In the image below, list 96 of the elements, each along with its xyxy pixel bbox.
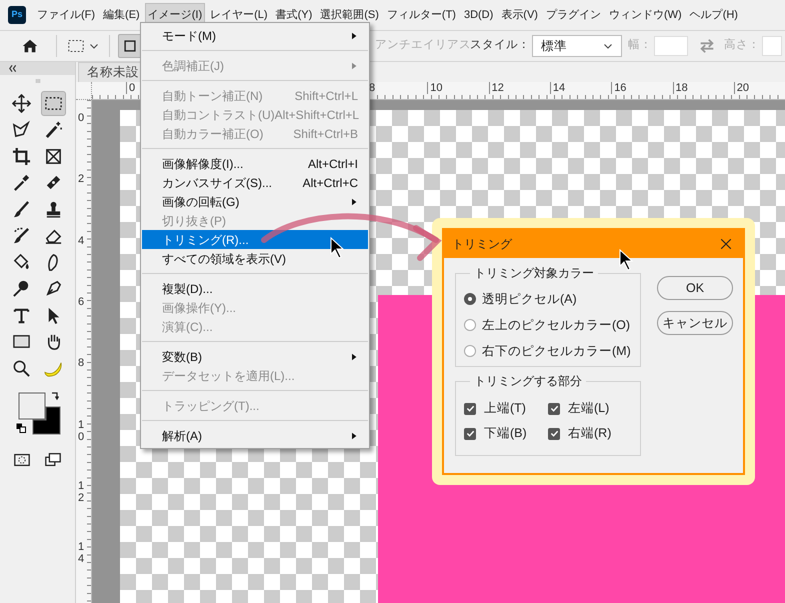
radio-option[interactable]: 左上のピクセルカラー(O) xyxy=(464,312,632,338)
group-legend: トリミングする部分 xyxy=(470,374,586,388)
radio-button[interactable] xyxy=(464,319,476,331)
menu-item[interactable]: ウィンドウ(W) xyxy=(606,2,685,28)
menu-item[interactable]: 変数(B) xyxy=(142,347,368,366)
checkbox-option[interactable]: 左端(L) xyxy=(548,398,632,419)
menu-item[interactable]: 表示(V) xyxy=(498,2,541,28)
shortcut-label: Shift+Ctrl+L xyxy=(294,88,358,104)
menu-item[interactable]: ファイル(F) xyxy=(34,2,98,28)
width-field[interactable] xyxy=(654,36,688,56)
ruler-label: 12 xyxy=(488,82,504,94)
menu-item[interactable]: 3D(D) xyxy=(460,2,496,28)
ruler-label: 16 xyxy=(611,82,626,94)
app-logo: Ps xyxy=(8,6,26,24)
check-icon xyxy=(466,404,474,413)
menu-item[interactable]: 複製(D)... xyxy=(142,279,368,298)
ruler-label: 14 xyxy=(78,541,84,566)
ruler-label: 14 xyxy=(550,82,566,94)
swap-colors-icon xyxy=(50,390,60,400)
checkbox-option[interactable]: 上端(T) xyxy=(464,398,548,419)
radio-button[interactable] xyxy=(464,293,476,305)
lasso-icon xyxy=(12,120,32,140)
swap-arrows-icon xyxy=(698,37,716,55)
background-swatch[interactable] xyxy=(32,406,60,434)
collapse-icon xyxy=(8,64,17,73)
magic-wand-icon xyxy=(44,120,63,140)
shortcut-label: Alt+Shift+Ctrl+L xyxy=(274,106,360,124)
menu-item[interactable]: 解析(A) xyxy=(142,426,368,445)
close-icon xyxy=(720,238,732,250)
marquee-icon xyxy=(67,37,85,55)
checkbox[interactable] xyxy=(464,402,476,414)
move-icon xyxy=(12,94,32,113)
shortcut-label: Shift+Ctrl+B xyxy=(293,126,358,142)
ruler-label: 2 xyxy=(78,173,84,186)
ruler-label: 10 xyxy=(78,418,84,442)
ruler-label: 10 xyxy=(427,82,443,94)
menu-item[interactable]: フィルター(T) xyxy=(384,2,459,28)
shortcut-label: Alt+Ctrl+I xyxy=(308,156,358,172)
cursor-icon xyxy=(330,236,344,259)
style-label: スタイル： xyxy=(470,38,530,54)
menu-item[interactable]: プラグイン xyxy=(542,2,604,28)
eyedropper-icon xyxy=(12,173,32,192)
width-label: 幅： xyxy=(628,38,652,54)
home-icon xyxy=(21,37,39,55)
frame-icon xyxy=(44,146,63,166)
menu-item[interactable]: モード(M) xyxy=(142,26,368,45)
shortcut-label: Alt+Ctrl+C xyxy=(302,174,358,192)
cursor-icon xyxy=(620,248,634,271)
radio-option[interactable]: 透明ピクセル(A) xyxy=(464,286,632,312)
crop-icon xyxy=(12,146,32,166)
tool-button[interactable] xyxy=(40,91,66,116)
ruler-label: 18 xyxy=(672,82,688,94)
new-selection-button[interactable] xyxy=(118,34,142,58)
style-dropdown[interactable]: 標準 xyxy=(532,35,622,57)
check-icon xyxy=(550,404,558,413)
radio-option[interactable]: 右下のピクセルカラー(M) xyxy=(464,338,632,364)
square-icon xyxy=(123,39,137,53)
ruler-label: 20 xyxy=(734,82,750,94)
zoom-icon xyxy=(12,358,32,378)
dialog-button[interactable]: キャンセル xyxy=(657,311,733,335)
paint-bucket-icon xyxy=(12,252,32,272)
menu-item[interactable]: 画像の回転(G) xyxy=(142,192,368,211)
group-legend: トリミング対象カラー xyxy=(470,266,598,280)
menu-item[interactable]: すべての領域を表示(V) xyxy=(142,249,368,268)
ruler-label: 0 xyxy=(78,112,84,124)
screen-mode-icon xyxy=(44,450,62,468)
height-field[interactable] xyxy=(762,36,782,56)
foreground-swatch[interactable] xyxy=(18,392,46,419)
ruler-label: 0 xyxy=(126,82,136,94)
dialog-button[interactable]: OK xyxy=(657,276,733,300)
checkbox[interactable] xyxy=(548,402,560,414)
close-button[interactable] xyxy=(719,237,733,251)
check-icon xyxy=(466,429,474,438)
chevron-down-icon xyxy=(89,41,99,51)
menu-item[interactable]: 画像解像度(I)... Alt+Ctrl+I xyxy=(142,154,368,173)
checkbox[interactable] xyxy=(548,428,560,440)
dialog-title: トリミング xyxy=(452,236,512,253)
history-brush-icon xyxy=(12,226,32,246)
menu-item[interactable]: トリミング(R)... xyxy=(142,230,368,249)
menu-item[interactable]: ヘルプ(H) xyxy=(686,2,741,28)
checkbox[interactable] xyxy=(464,428,476,440)
menu-item[interactable]: 編集(E) xyxy=(100,2,143,28)
pen-icon xyxy=(44,279,63,298)
radio-button[interactable] xyxy=(464,345,476,357)
ruler-label: 6 xyxy=(78,296,84,308)
checkbox-option[interactable]: 下端(B) xyxy=(464,423,548,444)
ruler-label: 12 xyxy=(78,480,84,504)
default-colors-icon xyxy=(16,422,26,432)
ruler-label: 8 xyxy=(78,357,84,370)
menu-item[interactable]: カンバスサイズ(S)... Alt+Ctrl+C xyxy=(142,173,368,192)
checkbox-option[interactable]: 右端(R) xyxy=(548,423,632,444)
height-label: 高さ： xyxy=(724,37,760,54)
chevron-down-icon xyxy=(603,41,613,51)
check-icon xyxy=(550,429,558,438)
brush-icon xyxy=(12,200,32,219)
ruler-label: 4 xyxy=(78,234,84,247)
